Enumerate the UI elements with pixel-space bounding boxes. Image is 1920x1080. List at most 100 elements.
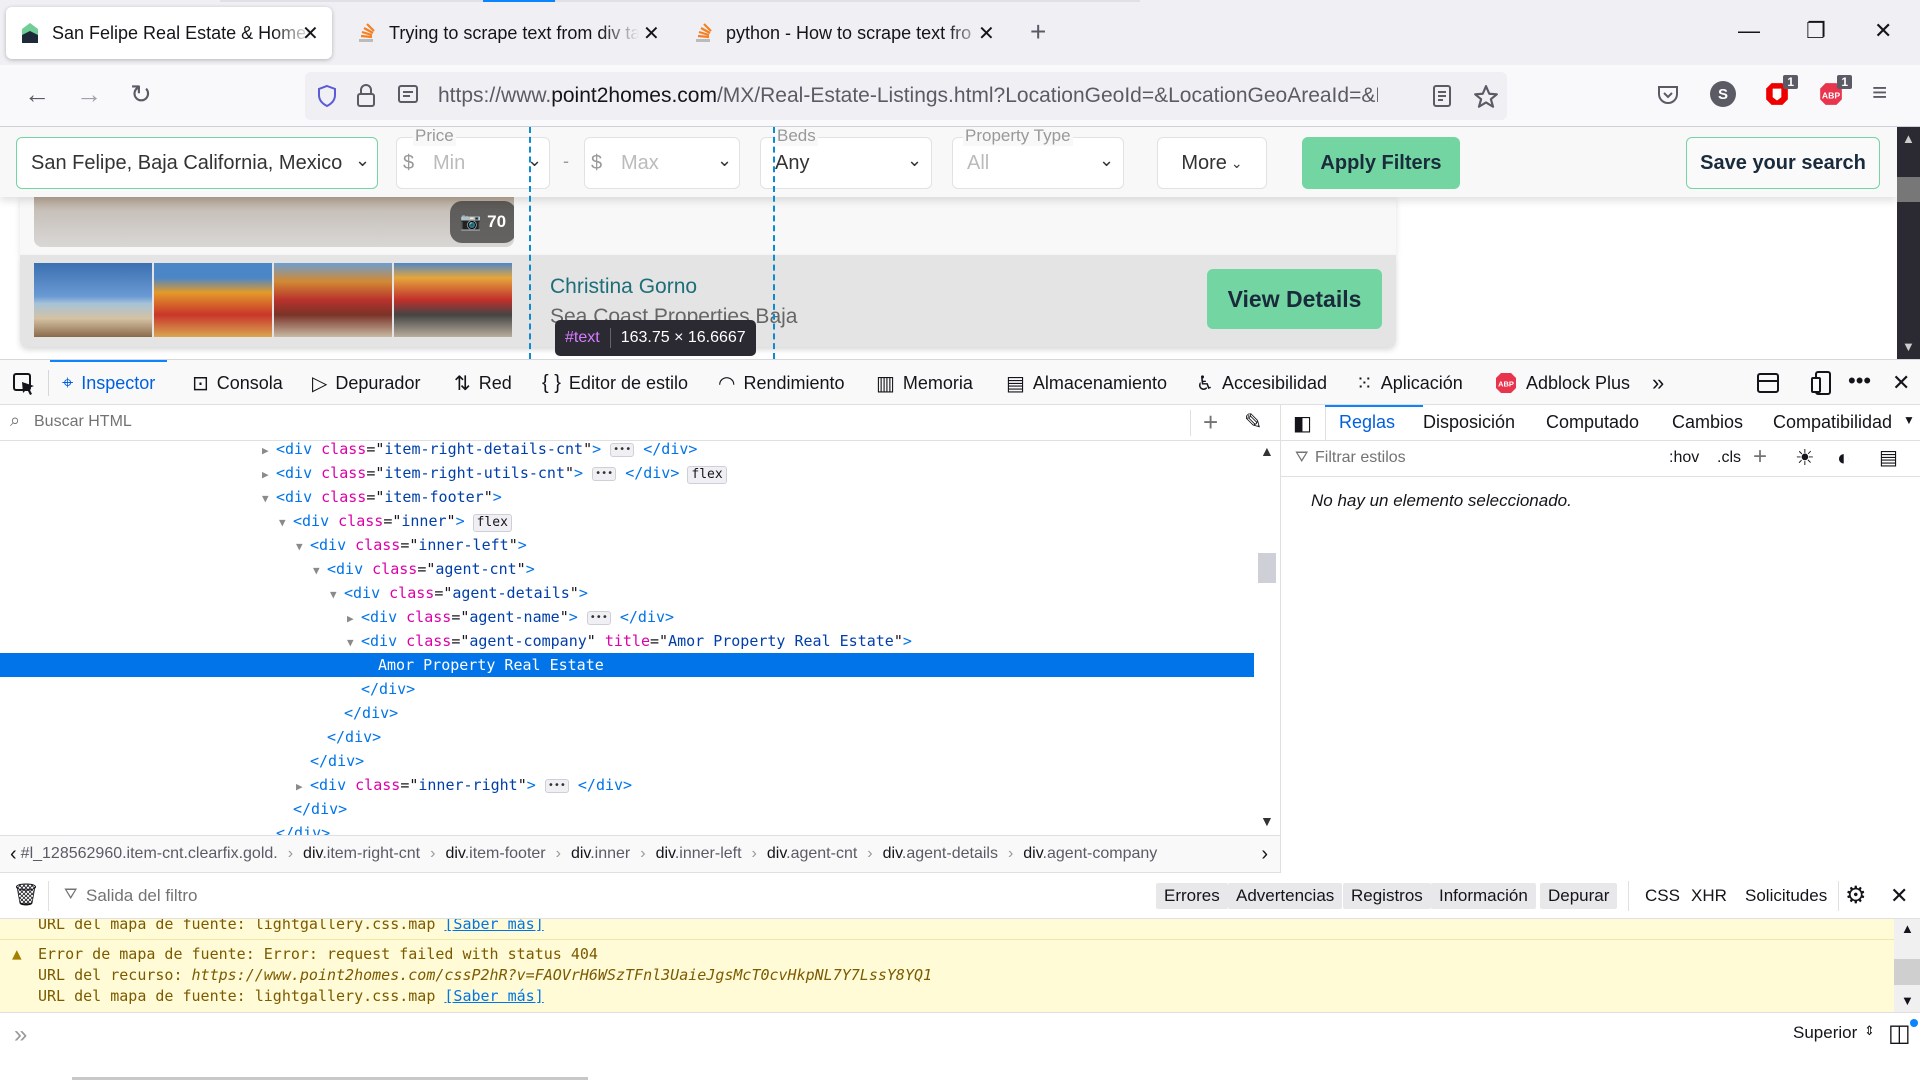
close-tab-icon[interactable]: ✕ [978, 21, 995, 46]
close-tab-icon[interactable]: ✕ [302, 21, 319, 46]
tab-trying-to-scrape[interactable]: Trying to scrape text from div ta ✕ [343, 7, 673, 59]
listing-thumbnail[interactable] [274, 263, 392, 337]
sidebar-tabs-dropdown-icon[interactable]: ▼ [1903, 413, 1915, 427]
filter-warnings-button[interactable]: Advertencias [1228, 883, 1343, 909]
expand-twisty-open-icon[interactable]: ▼ [313, 559, 327, 583]
devtools-tab-accessibility[interactable]: ♿ Accesibilidad [1196, 360, 1327, 406]
html-search-bar[interactable]: ⌕ Buscar HTML + ✎ [0, 405, 1280, 441]
breadcrumb-item[interactable]: div.agent-cnt [767, 845, 857, 863]
listing-thumbnail[interactable] [34, 263, 152, 337]
sidebar-tab-rules[interactable]: Reglas [1339, 412, 1395, 433]
forward-button[interactable]: → [76, 79, 102, 110]
price-min-select[interactable]: Price $ Min ⌄ [396, 127, 550, 189]
console-scrollbar[interactable]: ▲ ▼ [1894, 919, 1920, 1012]
markup-node[interactable]: ▼ <div class="item-footer"> [0, 485, 1254, 509]
dark-scheme-icon[interactable]: ◐ [1837, 445, 1850, 471]
expand-twisty-open-icon[interactable]: ▼ [296, 535, 310, 559]
filter-xhr-toggle[interactable]: XHR [1691, 886, 1727, 906]
restore-button[interactable]: ❐ [1806, 18, 1826, 44]
filter-styles-input[interactable]: Filtrar estilos [1315, 449, 1406, 467]
back-button[interactable]: ← [24, 79, 50, 110]
markup-node[interactable]: ▼ <div class="agent-details"> [0, 581, 1254, 605]
clear-console-trash-icon[interactable]: 🗑 [12, 882, 40, 908]
view-details-button[interactable]: View Details [1207, 269, 1382, 329]
save-search-button[interactable]: Save your search [1686, 137, 1880, 189]
breadcrumb-item[interactable]: div.agent-company [1023, 845, 1157, 863]
filter-debug-button[interactable]: Depurar [1540, 883, 1618, 909]
permissions-icon[interactable] [397, 84, 419, 108]
listing-card[interactable]: 📷 70 [20, 127, 1396, 255]
print-media-icon[interactable]: ▤ [1879, 445, 1898, 470]
expand-twisty-open-icon[interactable]: ▼ [347, 631, 361, 655]
dock-layout-icon[interactable] [1756, 372, 1780, 394]
agent-name[interactable]: Christina Gorno [550, 275, 697, 299]
breadcrumb-item[interactable]: div.item-right-cnt [303, 845, 420, 863]
breadcrumb-scroll-left-icon[interactable]: ‹ [10, 843, 17, 866]
devtools-tab-performance[interactable]: ◠ Rendimiento [718, 360, 845, 406]
more-tools-chevron-icon[interactable]: » [1652, 370, 1664, 396]
markup-node[interactable]: ▼ <div class="agent-cnt"> [0, 557, 1254, 581]
more-filters-button[interactable]: More ⌄ [1157, 137, 1267, 189]
markup-node[interactable]: </div> [0, 821, 1254, 835]
reader-view-icon[interactable] [1431, 84, 1453, 108]
url-text[interactable]: https://www.point2homes.com/MX/Real-Esta… [438, 84, 1378, 108]
expand-twisty-open-icon[interactable]: ▼ [330, 583, 344, 607]
adblock-plus-icon[interactable]: ABP 1 [1818, 75, 1852, 107]
close-split-console-icon[interactable]: ✕ [1890, 883, 1908, 909]
markup-node[interactable]: </div> [0, 725, 1254, 749]
apply-filters-button[interactable]: Apply Filters [1302, 137, 1460, 189]
sidebar-tab-computed[interactable]: Computado [1546, 412, 1639, 433]
devtools-tab-console[interactable]: ⊡ Consola [192, 360, 283, 406]
sidebar-tab-compatibility[interactable]: Compatibilidad [1773, 412, 1892, 433]
markup-node[interactable]: ▶ <div class="item-right-details-cnt"> ••… [0, 441, 1254, 461]
app-menu-hamburger-icon[interactable]: ≡ [1872, 77, 1887, 108]
markup-node[interactable]: ▶ <div class="agent-name"> ••• </div> [0, 605, 1254, 629]
add-node-icon[interactable]: + [1203, 407, 1218, 438]
console-filter-input[interactable]: Salida del filtro [86, 886, 198, 906]
breadcrumb-scroll-right-icon[interactable]: › [1261, 843, 1268, 866]
context-selector[interactable]: Superior [1793, 1023, 1857, 1043]
tracking-protection-shield-icon[interactable] [315, 84, 339, 108]
filter-logs-button[interactable]: Registros [1343, 883, 1431, 909]
learn-more-link[interactable]: [Saber más] [444, 987, 543, 1005]
tab-python-scrape[interactable]: python - How to scrape text fro ✕ [680, 7, 1010, 59]
filter-errors-button[interactable]: Errores [1156, 883, 1228, 909]
flex-badge[interactable]: flex [687, 466, 727, 484]
resource-url[interactable]: https://www.point2homes.com/cssP2hR?v=FA… [192, 966, 933, 984]
markup-node[interactable]: ▼ <div class="inner"> flex [0, 509, 1254, 533]
filter-info-button[interactable]: Información [1431, 883, 1536, 909]
filter-requests-toggle[interactable]: Solicitudes [1745, 886, 1827, 906]
devtools-tab-style-editor[interactable]: { } Editor de estilo [542, 360, 688, 406]
lock-icon[interactable] [355, 84, 377, 108]
markup-node-selected[interactable]: Amor Property Real Estate [0, 653, 1254, 677]
markup-node[interactable]: ▶ <div class="inner-right"> ••• </div> [0, 773, 1254, 797]
location-select[interactable]: San Felipe, Baja California, Mexico ⌄ [16, 137, 378, 189]
add-rule-icon[interactable]: + [1753, 443, 1767, 471]
reload-button[interactable]: ↻ [130, 79, 152, 110]
breadcrumb-item[interactable]: #l_128562960.item-cnt.clearfix.gold. [21, 845, 278, 863]
search-html-input[interactable]: Buscar HTML [34, 413, 132, 431]
collapsed-children-ellipsis[interactable]: ••• [610, 442, 635, 457]
collapsed-children-ellipsis[interactable]: ••• [586, 610, 611, 625]
breadcrumb-item[interactable]: div.item-footer [445, 845, 545, 863]
editor-mode-toggle-icon[interactable]: ◫ [1888, 1019, 1911, 1048]
expand-twisty-closed-icon[interactable]: ▶ [262, 441, 276, 463]
property-type-select[interactable]: Property Type All ⌄ [952, 127, 1124, 189]
devtools-tab-network[interactable]: ⇅ Red [454, 360, 512, 406]
expand-twisty-closed-icon[interactable]: ▶ [262, 463, 276, 487]
devtools-tab-memory[interactable]: ▥ Memoria [876, 360, 973, 406]
price-max-select[interactable]: $ Max ⌄ [584, 137, 740, 189]
console-input[interactable]: » Superior ⇕ ◫ [0, 1012, 1920, 1080]
expand-twisty-open-icon[interactable]: ▼ [279, 511, 293, 535]
markup-node[interactable]: ▼ <div class="agent-company" title="Amor … [0, 629, 1254, 653]
expand-twisty-closed-icon[interactable]: ▶ [296, 775, 310, 799]
devtools-tab-inspector[interactable]: ⌖ Inspector [49, 360, 168, 406]
devtools-options-menu-icon[interactable]: ••• [1848, 368, 1871, 394]
flex-badge[interactable]: flex [472, 514, 512, 532]
markup-node[interactable]: </div> [0, 677, 1254, 701]
tab-san-felipe[interactable]: San Felipe Real Estate & Homes ✕ [6, 7, 332, 59]
element-picker-icon[interactable] [12, 372, 36, 396]
s-extension-icon[interactable]: S [1710, 81, 1736, 107]
expand-twisty-open-icon[interactable]: ▼ [262, 487, 276, 511]
markup-scrollbar[interactable]: ▲ ▼ [1254, 441, 1280, 835]
